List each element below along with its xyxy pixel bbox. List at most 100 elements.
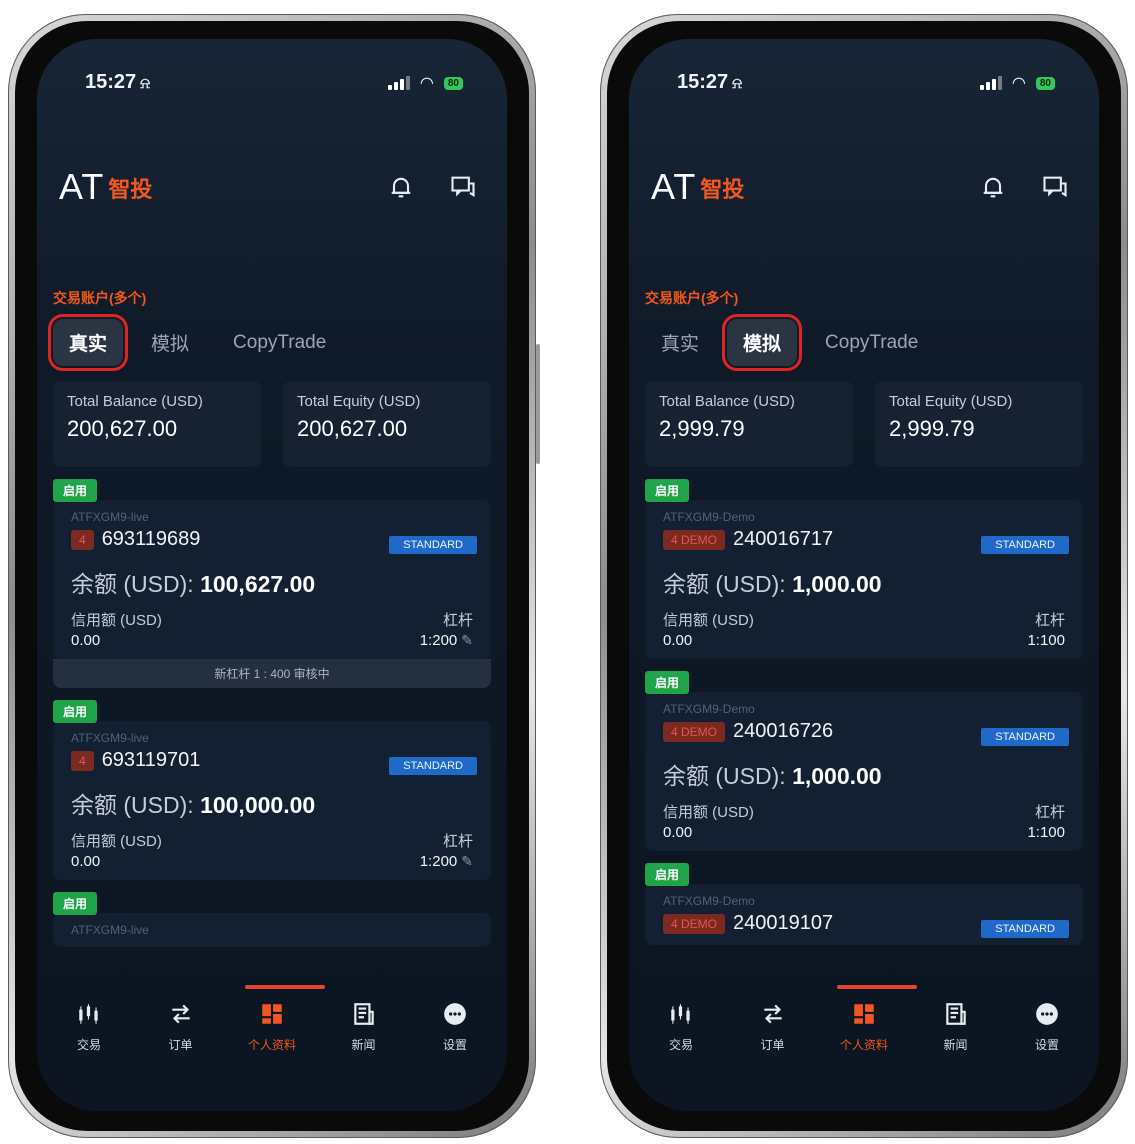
logo-at: AT — [59, 166, 105, 207]
screen-left: 15:27 ⍾ ◠ 80 AT 智投 交易账户(多个) 真实 模拟 CopyTr… — [37, 39, 507, 1111]
nav-trade[interactable]: 交易 — [647, 1001, 715, 1053]
bell-icon[interactable] — [979, 173, 1007, 201]
nav-profile-label: 个人资料 — [247, 1038, 296, 1052]
edit-pencil-icon[interactable]: ✎ — [461, 853, 473, 869]
leverage-value: 1:100 — [1027, 824, 1065, 841]
account-type-badge: STANDARD — [981, 728, 1069, 746]
total-equity-card: Total Equity (USD) 200,627.00 — [283, 381, 491, 467]
phone-frame-left: 15:27 ⍾ ◠ 80 AT 智投 交易账户(多个) 真实 模拟 CopyTr… — [8, 14, 540, 1138]
nav-orders[interactable]: 订单 — [147, 1001, 215, 1053]
wifi-icon: ◠ — [419, 75, 434, 92]
battery-icon: 80 — [443, 76, 463, 90]
status-badge: 启用 — [645, 479, 690, 502]
nav-news[interactable]: 新闻 — [330, 1001, 398, 1053]
account-card[interactable]: ATFXGM9-Demo 4 DEMO 240019107 STANDARD — [645, 884, 1083, 945]
account-card[interactable]: ATFXGM9-live — [53, 913, 491, 947]
candlestick-icon — [79, 1004, 98, 1024]
swap-arrows-icon — [763, 1004, 782, 1024]
nav-news[interactable]: 新闻 — [922, 1001, 990, 1053]
more-dots-icon — [444, 1003, 466, 1025]
balance-line: 余额 (USD): 1,000.00 — [663, 571, 882, 597]
account-tabs: 真实 模拟 CopyTrade — [645, 314, 946, 371]
logo-at: AT — [651, 166, 697, 207]
nav-profile[interactable]: 个人资料 — [830, 1001, 898, 1053]
nav-indicator — [245, 985, 325, 989]
platform-tag: 4 DEMO — [663, 913, 726, 934]
status-bar: 15:27 ⍾ ◠ 80 — [37, 71, 507, 101]
total-balance-label: Total Balance (USD) — [67, 393, 203, 410]
credit-value: 0.00 — [663, 632, 693, 649]
account-card[interactable]: ATFXGM9-Demo 4 DEMO 240016726 STANDARD 余… — [645, 692, 1083, 851]
account-list: 启用 ATFXGM9-live 4 693119689 STANDARD 余额 … — [53, 479, 491, 976]
leverage-value: 1:100 — [1027, 632, 1065, 649]
nav-trade[interactable]: 交易 — [55, 1001, 123, 1053]
screen-right: 15:27 ⍾ ◠ 80 AT 智投 交易账户(多个) 真实 模拟 CopyTr… — [629, 39, 1099, 1111]
chat-icon[interactable] — [449, 173, 477, 201]
tab-demo[interactable]: 模拟 — [135, 319, 205, 366]
credit-label: 信用额 (USD) — [663, 804, 754, 821]
totals-panel: Total Balance (USD) 2,999.79 Total Equit… — [645, 381, 1083, 467]
platform-tag: 4 DEMO — [663, 529, 726, 550]
credit-value: 0.00 — [71, 853, 101, 870]
account-number: 693119701 — [101, 749, 201, 771]
leverage-label: 杠杆 — [1034, 804, 1065, 821]
candlestick-icon — [671, 1004, 690, 1024]
account-list: 启用 ATFXGM9-Demo 4 DEMO 240016717 STANDAR… — [645, 479, 1083, 976]
total-equity-card: Total Equity (USD) 2,999.79 — [875, 381, 1083, 467]
news-icon — [353, 1003, 374, 1025]
status-bar: 15:27 ⍾ ◠ 80 — [629, 71, 1099, 101]
nav-settings[interactable]: 设置 — [1013, 1001, 1081, 1053]
nav-news-label: 新闻 — [351, 1038, 376, 1052]
tab-real[interactable]: 真实 — [47, 314, 129, 371]
balance-line: 余额 (USD): 100,627.00 — [71, 571, 316, 597]
credit-label: 信用额 (USD) — [663, 612, 754, 629]
tab-real[interactable]: 真实 — [645, 319, 715, 366]
nav-settings-label: 设置 — [1034, 1038, 1059, 1052]
chat-icon[interactable] — [1041, 173, 1069, 201]
nav-settings-label: 设置 — [442, 1038, 467, 1052]
nav-orders[interactable]: 订单 — [739, 1001, 807, 1053]
server-name: ATFXGM9-live — [71, 510, 149, 524]
account-card[interactable]: ATFXGM9-Demo 4 DEMO 240016717 STANDARD 余… — [645, 500, 1083, 659]
status-badge: 启用 — [53, 700, 98, 723]
wifi-icon: ◠ — [1011, 75, 1026, 92]
mute-bell-icon: ⍾ — [732, 75, 743, 92]
mute-bell-icon: ⍾ — [140, 75, 151, 92]
tab-demo[interactable]: 模拟 — [722, 314, 803, 371]
nav-settings[interactable]: 设置 — [421, 1001, 489, 1053]
credit-label: 信用额 (USD) — [71, 833, 162, 850]
account-number: 693119689 — [101, 528, 201, 550]
logo-cn: 智投 — [700, 177, 745, 202]
status-badge: 启用 — [53, 479, 98, 502]
account-number: 240019107 — [733, 912, 834, 934]
grid-icon — [262, 1004, 282, 1024]
account-card[interactable]: ATFXGM9-live 4 693119689 STANDARD 余额 (US… — [53, 500, 491, 659]
nav-orders-label: 订单 — [760, 1038, 785, 1052]
tab-copytrade[interactable]: CopyTrade — [809, 322, 934, 364]
account-card[interactable]: ATFXGM9-live 4 693119701 STANDARD 余额 (US… — [53, 721, 491, 880]
leverage-label: 杠杆 — [442, 833, 473, 850]
status-time: 15:27 ⍾ — [85, 71, 151, 93]
server-name: ATFXGM9-live — [71, 923, 149, 937]
nav-news-label: 新闻 — [943, 1038, 968, 1052]
total-balance-value: 200,627.00 — [67, 416, 178, 441]
nav-profile[interactable]: 个人资料 — [238, 1001, 306, 1053]
logo-cn: 智投 — [108, 177, 153, 202]
tab-copytrade[interactable]: CopyTrade — [217, 322, 342, 364]
server-name: ATFXGM9-live — [71, 731, 149, 745]
nav-orders-label: 订单 — [168, 1038, 193, 1052]
nav-indicator — [837, 985, 917, 989]
total-equity-value: 200,627.00 — [297, 416, 408, 441]
app-logo: AT 智投 — [651, 169, 744, 205]
total-balance-card: Total Balance (USD) 200,627.00 — [53, 381, 261, 467]
server-name: ATFXGM9-Demo — [663, 510, 755, 524]
app-logo: AT 智投 — [59, 169, 152, 205]
bell-icon[interactable] — [387, 173, 415, 201]
account-tabs: 真实 模拟 CopyTrade — [47, 314, 354, 371]
signal-icon — [979, 76, 1002, 90]
account-number: 240016726 — [733, 720, 834, 742]
section-title: 交易账户(多个) — [645, 290, 739, 306]
edit-pencil-icon[interactable]: ✎ — [461, 632, 473, 648]
total-equity-value: 2,999.79 — [889, 416, 975, 441]
signal-icon — [387, 76, 410, 90]
